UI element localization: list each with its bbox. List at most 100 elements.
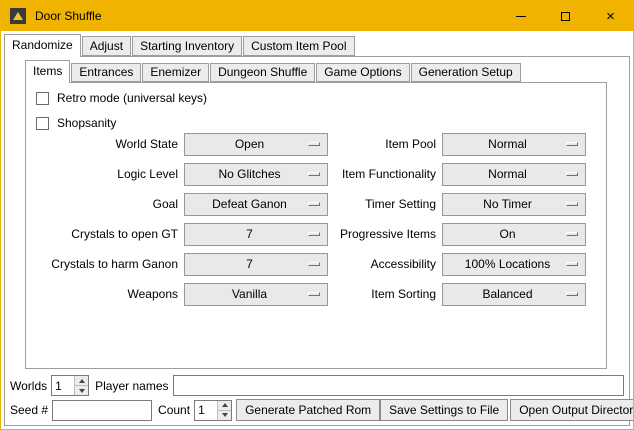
arrow-up-icon [222, 403, 228, 407]
tab-generation-setup[interactable]: Generation Setup [411, 63, 521, 82]
crystals-open-gt-dropdown[interactable]: 7 [184, 223, 328, 246]
tab-starting-inventory[interactable]: Starting Inventory [132, 36, 242, 56]
dropdown-indicator-icon [308, 262, 320, 266]
maximize-button[interactable] [543, 1, 588, 31]
worlds-input[interactable] [52, 376, 74, 395]
retro-mode-checkbox[interactable]: Retro mode (universal keys) [36, 91, 207, 105]
open-output-directory-button[interactable]: Open Output Directory [510, 399, 634, 421]
accessibility-dropdown[interactable]: 100% Locations [442, 253, 586, 276]
dropdown-indicator-icon [308, 292, 320, 296]
minimize-button[interactable] [498, 1, 543, 31]
tab-randomize[interactable]: Randomize [4, 34, 81, 57]
spin-buttons [217, 401, 231, 420]
settings-fields: World State Open Item Pool Normal [28, 129, 604, 309]
dropdown-value: 100% Locations [443, 257, 566, 271]
dropdown-indicator-icon [308, 142, 320, 146]
field-row: Logic Level No Glitches Item Functionali… [28, 159, 604, 189]
shopsanity-checkbox[interactable]: Shopsanity [36, 116, 116, 130]
arrow-down-icon [222, 413, 228, 417]
tab-entrances[interactable]: Entrances [71, 63, 141, 82]
field-row: Crystals to harm Ganon 7 Accessibility 1… [28, 249, 604, 279]
dropdown-indicator-icon [566, 232, 578, 236]
item-sorting-label: Item Sorting [336, 287, 436, 301]
tab-items[interactable]: Items [25, 60, 70, 83]
count-label: Count [158, 403, 190, 417]
dropdown-value: Normal [443, 167, 566, 181]
item-pool-label: Item Pool [336, 137, 436, 151]
count-input[interactable] [195, 401, 217, 420]
dropdown-indicator-icon [566, 172, 578, 176]
dropdown-value: Normal [443, 137, 566, 151]
field-row: Weapons Vanilla Item Sorting Balanced [28, 279, 604, 309]
player-names-input[interactable] [173, 375, 625, 396]
worlds-row: Worlds Player names [10, 375, 624, 396]
dropdown-indicator-icon [308, 172, 320, 176]
minimize-icon [516, 16, 526, 17]
dropdown-indicator-icon [566, 292, 578, 296]
arrow-down-icon [79, 389, 85, 393]
crystals-open-gt-label: Crystals to open GT [28, 227, 178, 241]
timer-setting-label: Timer Setting [336, 197, 436, 211]
checkbox-box [36, 92, 49, 105]
tab-custom-item-pool[interactable]: Custom Item Pool [243, 36, 354, 56]
dropdown-indicator-icon [308, 232, 320, 236]
tab-game-options[interactable]: Game Options [316, 63, 409, 82]
accessibility-label: Accessibility [336, 257, 436, 271]
dropdown-value: On [443, 227, 566, 241]
crystals-harm-ganon-dropdown[interactable]: 7 [184, 253, 328, 276]
generate-patched-rom-button[interactable]: Generate Patched Rom [236, 399, 380, 421]
maximize-icon [561, 12, 570, 21]
seed-row: Seed # Count Generate Patched Rom Save S… [10, 399, 624, 421]
app-icon [10, 8, 26, 24]
close-button[interactable]: × [588, 1, 633, 31]
window-controls: × [498, 1, 633, 31]
logic-level-label: Logic Level [28, 167, 178, 181]
weapons-label: Weapons [28, 287, 178, 301]
dropdown-value: Defeat Ganon [185, 197, 308, 211]
spin-up-button[interactable] [218, 401, 231, 411]
field-row: Crystals to open GT 7 Progressive Items … [28, 219, 604, 249]
seed-input[interactable] [52, 400, 152, 421]
items-tab-panel: Retro mode (universal keys) Shopsanity W… [25, 82, 607, 369]
spin-down-button[interactable] [218, 411, 231, 420]
count-spinbox[interactable] [194, 400, 232, 421]
item-pool-dropdown[interactable]: Normal [442, 133, 586, 156]
titlebar: Door Shuffle × [1, 1, 633, 31]
goal-dropdown[interactable]: Defeat Ganon [184, 193, 328, 216]
tab-dungeon-shuffle[interactable]: Dungeon Shuffle [210, 63, 315, 82]
arrow-up-icon [79, 379, 85, 383]
item-functionality-dropdown[interactable]: Normal [442, 163, 586, 186]
dropdown-value: No Glitches [185, 167, 308, 181]
dropdown-indicator-icon [566, 142, 578, 146]
spin-up-button[interactable] [75, 376, 88, 386]
crystals-harm-ganon-label: Crystals to harm Ganon [28, 257, 178, 271]
goal-label: Goal [28, 197, 178, 211]
seed-label: Seed # [10, 403, 48, 417]
weapons-dropdown[interactable]: Vanilla [184, 283, 328, 306]
timer-setting-dropdown[interactable]: No Timer [442, 193, 586, 216]
player-names-label: Player names [95, 379, 168, 393]
dropdown-value: Open [185, 137, 308, 151]
progressive-items-dropdown[interactable]: On [442, 223, 586, 246]
worlds-spinbox[interactable] [51, 375, 89, 396]
item-sorting-dropdown[interactable]: Balanced [442, 283, 586, 306]
app-window: Door Shuffle × Randomize Adjust Starting… [0, 0, 634, 430]
checkbox-box [36, 117, 49, 130]
dropdown-indicator-icon [308, 202, 320, 206]
field-row: World State Open Item Pool Normal [28, 129, 604, 159]
close-icon: × [606, 9, 615, 24]
dropdown-value: Vanilla [185, 287, 308, 301]
save-settings-button[interactable]: Save Settings to File [380, 399, 508, 421]
progressive-items-label: Progressive Items [336, 227, 436, 241]
spin-down-button[interactable] [75, 386, 88, 395]
world-state-label: World State [28, 137, 178, 151]
world-state-dropdown[interactable]: Open [184, 133, 328, 156]
tab-enemizer[interactable]: Enemizer [142, 63, 209, 82]
dropdown-indicator-icon [566, 262, 578, 266]
dropdown-value: No Timer [443, 197, 566, 211]
item-functionality-label: Item Functionality [336, 167, 436, 181]
field-row: Goal Defeat Ganon Timer Setting No Timer [28, 189, 604, 219]
window-title: Door Shuffle [35, 9, 102, 23]
tab-adjust[interactable]: Adjust [82, 36, 131, 56]
logic-level-dropdown[interactable]: No Glitches [184, 163, 328, 186]
